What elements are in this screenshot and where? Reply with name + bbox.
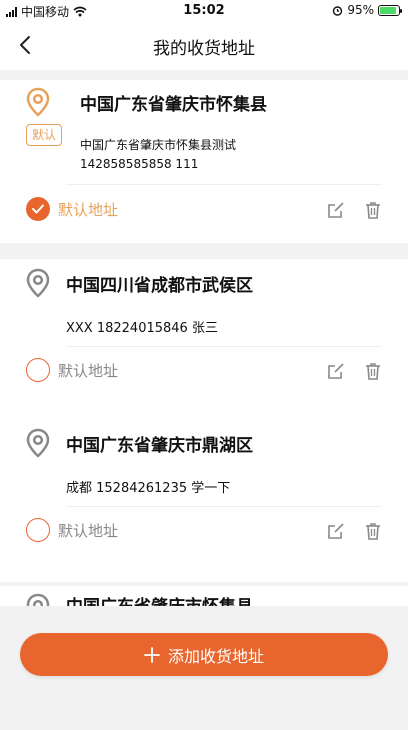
battery-percent: 95% [347,3,374,17]
address-detail: 中国广东省肇庆市怀集县测试 [80,138,237,152]
nav-bar: 我的收货地址 [0,22,408,70]
address-contact: XXX 18224015846 张三 [66,321,218,336]
address-region: 中国广东省肇庆市怀集县 [66,592,253,606]
alarm-icon [333,5,343,16]
address-card[interactable]: 中国广东省肇庆市鼎湖区 成都 15284261235 学一下 默认地址 [0,419,408,582]
location-pin-icon [26,593,50,606]
bottom-bar: 添加收货地址 [0,606,408,730]
page-title: 我的收货地址 [153,39,255,59]
divider [66,506,382,507]
check-icon [32,204,44,214]
default-address-label[interactable]: 默认地址 [58,360,118,381]
plus-icon [144,646,160,663]
location-pin-icon [26,428,50,458]
address-region: 中国广东省肇庆市怀集县 [80,95,267,115]
address-region: 中国四川省成都市武侯区 [66,276,253,296]
default-tag: 默认 [26,124,63,146]
divider [66,346,382,347]
address-card[interactable]: 中国四川省成都市武侯区 XXX 18224015846 张三 默认地址 [0,259,408,422]
trash-icon[interactable] [362,520,384,542]
address-phone: 142858585858 111 [80,157,199,171]
address-contact: 成都 15284261235 学一下 [66,481,231,496]
default-address-label[interactable]: 默认地址 [58,199,118,220]
address-card[interactable]: 中国广东省肇庆市怀集县 默认 中国广东省肇庆市怀集县测试 14285858585… [0,80,408,243]
trash-icon[interactable] [362,199,384,221]
address-list: 中国广东省肇庆市怀集县 默认 中国广东省肇庆市怀集县测试 14285858585… [0,80,408,606]
default-address-label[interactable]: 默认地址 [58,520,118,541]
edit-icon[interactable] [325,520,347,542]
add-address-label: 添加收货地址 [167,646,264,666]
address-card[interactable]: 中国广东省肇庆市怀集县 [0,586,408,606]
default-radio-checked[interactable] [26,197,50,221]
battery-icon [378,4,402,16]
status-right: 95% [332,3,402,17]
edit-icon[interactable] [325,199,347,221]
edit-icon[interactable] [325,360,347,382]
location-pin-icon [26,87,50,117]
default-radio[interactable] [26,518,50,542]
divider [66,184,382,185]
address-region: 中国广东省肇庆市鼎湖区 [66,436,253,456]
default-radio[interactable] [26,358,50,382]
status-bar: 中国移动 15:02 95% [0,0,408,22]
location-pin-icon [26,268,50,298]
trash-icon[interactable] [362,360,384,382]
add-address-button[interactable]: 添加收货地址 [20,633,388,676]
